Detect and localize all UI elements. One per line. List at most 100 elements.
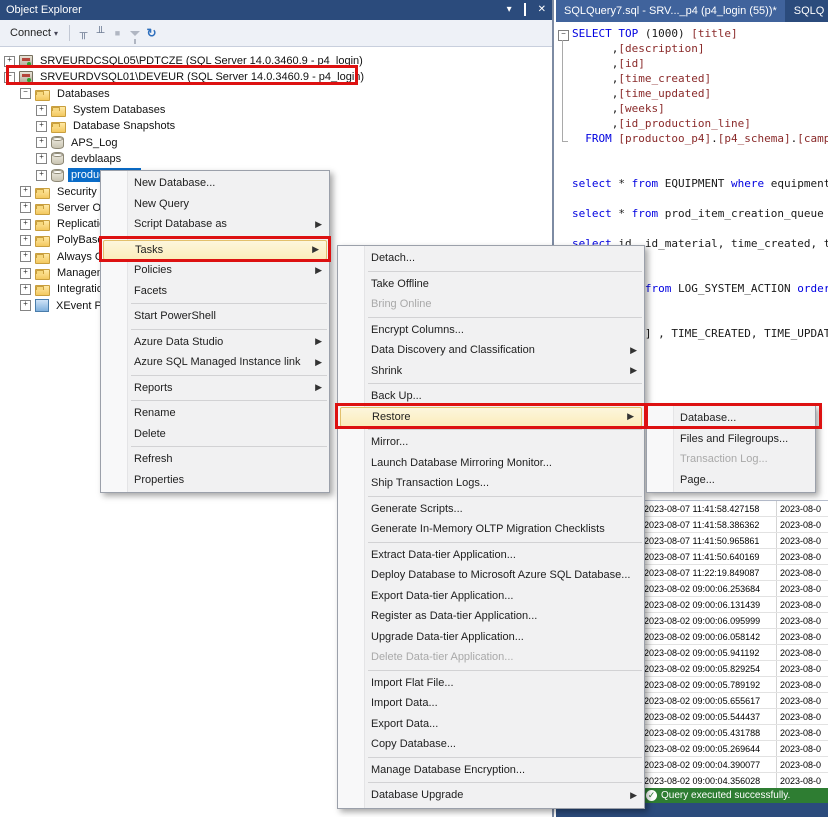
tree-item[interactable]: − Databases [0, 86, 552, 102]
expander-icon[interactable]: + [20, 300, 31, 311]
expander-icon[interactable]: + [20, 235, 31, 246]
menu-separator [368, 496, 642, 497]
menu-item[interactable]: Reports ▶ [101, 378, 329, 399]
menu-item[interactable]: Data Discovery and Classification ▶ [338, 340, 644, 361]
cell-time-updated: 2023-08-0 [777, 757, 828, 772]
expander-icon[interactable]: + [36, 121, 47, 132]
menu-item[interactable]: Upgrade Data-tier Application... ▶ [338, 627, 644, 648]
cell-time-updated: 2023-08-0 [777, 517, 828, 532]
menu-item[interactable]: Detach... ▶ [338, 248, 644, 269]
menu-item[interactable]: Deploy Database to Microsoft Azure SQL D… [338, 565, 644, 586]
menu-item[interactable]: Ship Transaction Logs... ▶ [338, 473, 644, 494]
expander-icon[interactable]: + [36, 105, 47, 116]
menu-item[interactable]: New Database... ▶ [101, 173, 329, 194]
cell-time-created: 2023-08-02 09:00:05.941192 [644, 645, 777, 660]
window-position-icon[interactable]: ▾ [507, 5, 512, 15]
connect-object-icon[interactable]: ╥ [75, 25, 92, 42]
menu-item[interactable]: Restore ▶ [340, 407, 642, 428]
menu-item[interactable]: Launch Database Mirroring Monitor... ▶ [338, 453, 644, 474]
tree-item[interactable]: + SRVEURDCSQL05\PDTCZE (SQL Server 14.0.… [0, 53, 552, 69]
menu-item-label: New Query [134, 198, 189, 210]
menu-item[interactable]: Manage Database Encryption... ▶ [338, 760, 644, 781]
menu-item[interactable]: Script Database as ▶ [101, 214, 329, 235]
menu-item[interactable]: Properties ▶ [101, 470, 329, 491]
menu-item[interactable]: Register as Data-tier Application... ▶ [338, 606, 644, 627]
menu-item[interactable]: Shrink ▶ [338, 361, 644, 382]
pin-icon[interactable] [524, 5, 526, 15]
expander-icon[interactable]: + [20, 202, 31, 213]
menu-item[interactable]: Delete Data-tier Application... ▶ [338, 647, 644, 668]
menu-item[interactable]: Mirror... ▶ [338, 432, 644, 453]
menu-separator [131, 375, 327, 376]
menu-item[interactable]: Policies ▶ [101, 260, 329, 281]
status-message: Query executed successfully. [661, 790, 790, 801]
menu-item[interactable]: Copy Database... ▶ [338, 734, 644, 755]
fold-region-line [562, 40, 568, 142]
menu-item[interactable]: Export Data-tier Application... ▶ [338, 586, 644, 607]
menu-item[interactable]: Files and Filegroups... ▶ [647, 429, 815, 450]
expander-icon[interactable]: + [36, 137, 47, 148]
tree-item[interactable]: − SRVEURDVSQL01\DEVEUR (SQL Server 14.0.… [0, 69, 552, 85]
tree-item[interactable]: + Database Snapshots [0, 118, 552, 134]
expander-icon[interactable]: + [20, 186, 31, 197]
object-explorer-header: Object Explorer ▾ ✕ [0, 0, 552, 20]
menu-item[interactable]: Bring Online ▶ [338, 294, 644, 315]
expander-icon[interactable]: + [20, 268, 31, 279]
tree-item[interactable]: + System Databases [0, 102, 552, 118]
menu-item[interactable]: Transaction Log... ▶ [647, 449, 815, 470]
tree-item[interactable]: + devblaaps [0, 151, 552, 167]
menu-item[interactable]: Azure SQL Managed Instance link ▶ [101, 352, 329, 373]
stop-icon[interactable]: ■ [109, 25, 126, 42]
menu-item[interactable]: Page... ▶ [647, 470, 815, 491]
tree-item-label: SRVEURDCSQL05\PDTCZE (SQL Server 14.0.34… [37, 54, 366, 68]
cell-time-created: 2023-08-07 11:41:50.640169 [644, 549, 777, 564]
menu-item[interactable]: Rename ▶ [101, 403, 329, 424]
menu-item[interactable]: Tasks ▶ [103, 240, 327, 261]
menu-item-label: Database Upgrade [371, 789, 463, 801]
expander-icon[interactable]: + [20, 284, 31, 295]
filter-icon[interactable] [126, 25, 143, 42]
refresh-icon[interactable]: ↻ [143, 25, 160, 42]
close-icon[interactable]: ✕ [538, 5, 546, 15]
menu-item[interactable]: Import Data... ▶ [338, 693, 644, 714]
menu-item[interactable]: Import Flat File... ▶ [338, 673, 644, 694]
document-tab[interactable]: SQLQ [786, 0, 828, 22]
menu-item[interactable]: Start PowerShell ▶ [101, 306, 329, 327]
menu-item[interactable]: Database Upgrade ▶ [338, 785, 644, 806]
menu-item[interactable]: Refresh ▶ [101, 449, 329, 470]
tree-node-icon [19, 55, 33, 68]
menu-item-label: Register as Data-tier Application... [371, 610, 537, 622]
document-tab[interactable]: SQLQuery7.sql - SRV..._p4 (p4_login (55)… [556, 0, 785, 22]
connect-label: Connect [10, 27, 51, 39]
menu-separator [368, 271, 642, 272]
menu-item[interactable]: Export Data... ▶ [338, 714, 644, 735]
menu-item[interactable]: Generate Scripts... ▶ [338, 499, 644, 520]
menu-item[interactable]: Encrypt Columns... ▶ [338, 320, 644, 341]
menu-item[interactable]: Database... ▶ [647, 408, 815, 429]
expander-icon[interactable]: + [4, 56, 15, 67]
menu-item[interactable]: Take Offline ▶ [338, 274, 644, 295]
menu-item[interactable]: Azure Data Studio ▶ [101, 332, 329, 353]
expander-icon[interactable]: + [20, 219, 31, 230]
expander-icon[interactable]: + [36, 153, 47, 164]
code-line: ,[weeks] [572, 101, 828, 116]
expander-icon[interactable]: + [20, 251, 31, 262]
menu-item[interactable]: Facets ▶ [101, 281, 329, 302]
menu-item[interactable]: Generate In-Memory OLTP Migration Checkl… [338, 519, 644, 540]
expander-icon[interactable]: + [36, 170, 47, 181]
menu-separator [368, 383, 642, 384]
menu-separator [131, 446, 327, 447]
menu-item[interactable]: Delete ▶ [101, 424, 329, 445]
menu-item[interactable]: Extract Data-tier Application... ▶ [338, 545, 644, 566]
tree-item[interactable]: + APS_Log [0, 134, 552, 150]
menu-item[interactable]: Back Up... ▶ [338, 386, 644, 407]
tree-item-label: SRVEURDVSQL01\DEVEUR (SQL Server 14.0.34… [37, 70, 367, 84]
connect-button[interactable]: Connect ▾ [4, 24, 64, 42]
cell-time-created: 2023-08-02 09:00:05.269644 [644, 741, 777, 756]
menu-item[interactable]: New Query ▶ [101, 194, 329, 215]
expander-icon[interactable]: − [20, 88, 31, 99]
menu-separator [131, 329, 327, 330]
disconnect-icon[interactable]: ╨ [92, 25, 109, 42]
expander-icon[interactable]: − [4, 72, 15, 83]
submenu-arrow-icon: ▶ [315, 382, 322, 393]
